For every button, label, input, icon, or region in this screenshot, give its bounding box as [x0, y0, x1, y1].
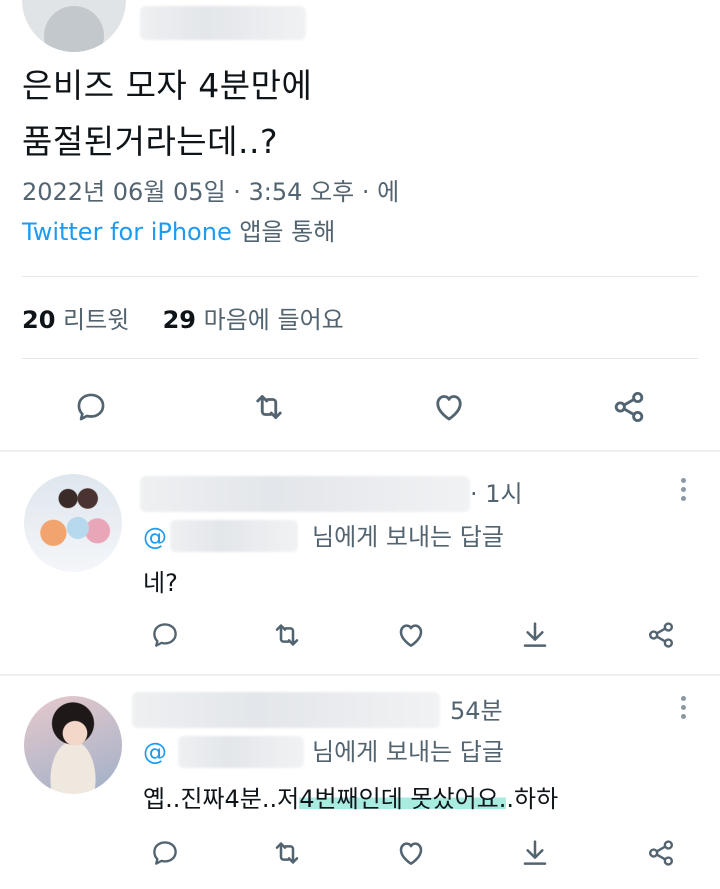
more-options-button[interactable] — [676, 696, 690, 719]
retweet-button[interactable] — [268, 834, 306, 872]
tweet-text-line-1: 은비즈 모자 4분만에 — [22, 66, 313, 105]
download-arrow-icon — [523, 622, 547, 647]
share-nodes-icon — [614, 391, 644, 423]
more-options-button[interactable] — [676, 478, 690, 501]
tweet-source-link[interactable]: Twitter for iPhone — [22, 218, 232, 246]
like-count: 29 — [162, 306, 196, 334]
reply-text: 네? — [143, 569, 178, 597]
reply-avatar[interactable] — [24, 696, 122, 794]
heart-icon — [399, 624, 423, 647]
reply-author-redacted — [132, 692, 440, 728]
reply-text-part-2: .하하 — [506, 785, 559, 813]
divider — [0, 674, 720, 676]
like-button[interactable] — [392, 616, 430, 654]
reply-mention-at[interactable]: @ — [143, 738, 167, 766]
download-button[interactable] — [516, 834, 554, 872]
retweet-label: 리트윗 — [63, 306, 130, 334]
like-button[interactable] — [392, 834, 430, 872]
comment-bubble-icon — [153, 623, 177, 647]
download-button[interactable] — [516, 616, 554, 654]
divider — [22, 276, 698, 277]
reply-button[interactable] — [146, 834, 184, 872]
reply-text-highlight: 4번째인데 못샀어요. — [299, 785, 507, 813]
share-button[interactable] — [642, 616, 680, 654]
tweet-stats: 20 리트윗 29 마음에 들어요 — [22, 300, 344, 340]
reply-button[interactable] — [146, 616, 184, 654]
tweet-text-line-2: 품절된거라는데..? — [22, 122, 279, 161]
share-button[interactable] — [642, 834, 680, 872]
author-avatar[interactable] — [22, 0, 126, 52]
heart-icon — [399, 842, 423, 865]
tweet-text: 은비즈 모자 4분만에 품절된거라는데..? — [22, 58, 682, 170]
retweet-icon — [275, 842, 299, 864]
divider — [22, 358, 698, 359]
like-label: 마음에 들어요 — [203, 306, 344, 334]
vertical-dots-icon — [680, 478, 686, 483]
share-nodes-icon — [649, 622, 673, 648]
comment-bubble-icon — [153, 841, 177, 865]
reply-time: · 1시 — [470, 480, 523, 508]
reply-to-line: @ — [143, 735, 167, 769]
reply-text-part-1: 옙..진짜4분..저 — [143, 785, 300, 813]
reply-avatar[interactable] — [24, 474, 122, 572]
reply-author-redacted — [140, 476, 470, 512]
reply-button[interactable] — [70, 386, 112, 428]
vertical-dots-icon — [680, 696, 686, 701]
tweet-meta: 2022년 06월 05일 · 3:54 오후 · 에 Twitter for … — [22, 172, 682, 252]
retweet-stat[interactable]: 20 리트윗 — [22, 306, 129, 334]
comment-bubble-icon — [77, 393, 105, 421]
like-button[interactable] — [428, 386, 470, 428]
retweet-icon — [275, 624, 299, 646]
tweet-datetime[interactable]: 2022년 06월 05일 · 3:54 오후 · 에 — [22, 172, 682, 212]
reply-time: 54분 — [450, 697, 503, 725]
reply-mention-redacted — [178, 736, 304, 768]
retweet-count: 20 — [22, 306, 56, 334]
reply-to-label: 님에게 보내는 답글 — [312, 738, 504, 766]
reply-to-label: 님에게 보내는 답글 — [312, 523, 504, 551]
retweet-button[interactable] — [268, 616, 306, 654]
heart-icon — [436, 395, 462, 421]
author-name-redacted — [140, 6, 306, 40]
reply-to-line: @ — [143, 520, 167, 554]
reply-text: 옙..진짜4분..저4번째인데 못샀어요..하하 — [143, 782, 558, 816]
share-nodes-icon — [649, 840, 673, 866]
reply-mention-redacted — [170, 520, 298, 552]
download-arrow-icon — [523, 840, 547, 865]
tweet-source-suffix: 앱을 통해 — [231, 218, 336, 246]
tweet-source-line: Twitter for iPhone 앱을 통해 — [22, 212, 682, 252]
retweet-button[interactable] — [248, 386, 290, 428]
like-stat[interactable]: 29 마음에 들어요 — [163, 306, 344, 334]
retweet-icon — [256, 395, 282, 419]
divider — [0, 450, 720, 452]
share-button[interactable] — [608, 386, 650, 428]
reply-mention-at[interactable]: @ — [143, 523, 167, 551]
